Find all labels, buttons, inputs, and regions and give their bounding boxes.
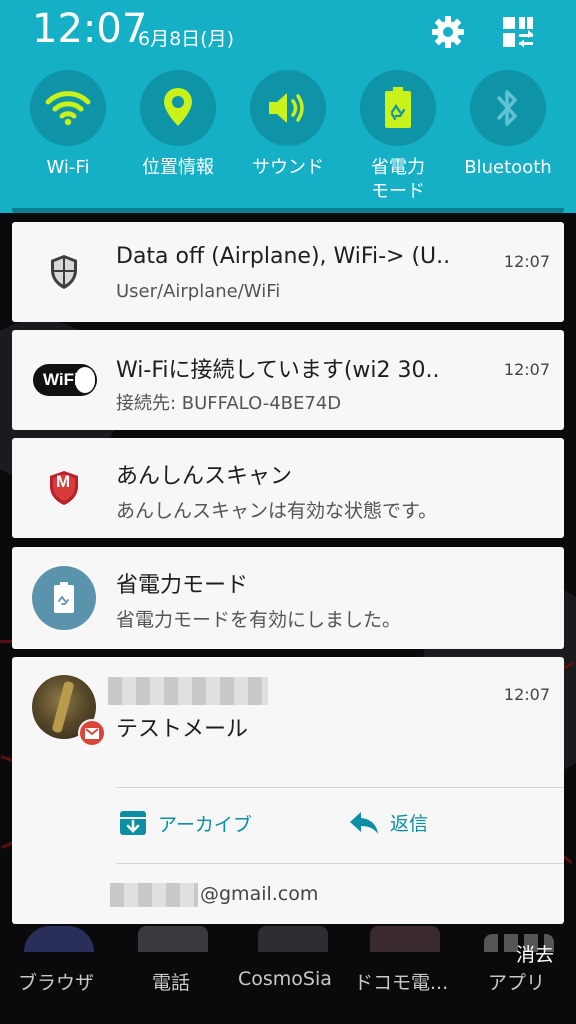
notification-title: Wi-Fiに接続しています(wi2 30.. (116, 358, 440, 383)
divider (116, 787, 564, 788)
toggle-power-saving[interactable]: 省電力 モード (350, 70, 446, 210)
quick-settings-panel: 12:07 6月8日(月) Wi-Fi 位置情報 サウンド 省電力 モード Bl… (0, 0, 576, 213)
bluetooth-toggle-circle (470, 70, 546, 146)
clock: 12:07 (32, 6, 148, 52)
notification-title: Data off (Airplane), WiFi-> (U.. (116, 244, 451, 269)
account-name-redacted (110, 883, 198, 907)
dock-label-browser[interactable]: ブラウザ (18, 968, 94, 995)
battery-saver-circle (32, 566, 96, 630)
toggle-wifi[interactable]: Wi-Fi (20, 70, 116, 210)
toggle-label: Bluetooth (464, 157, 552, 178)
settings-gear-icon[interactable] (428, 12, 468, 52)
battery-saver-icon (54, 582, 74, 613)
mcafee-shield-icon: M (32, 456, 96, 520)
archive-button[interactable]: アーカイブ (118, 809, 252, 837)
account-email-suffix: @gmail.com (200, 883, 319, 905)
wifi-toggle-circle (30, 70, 106, 146)
notification-subtitle: 省電力モードを有効にしました。 (116, 609, 402, 631)
clear-notifications-button[interactable]: 消去 (516, 940, 554, 967)
toggle-bluetooth[interactable]: Bluetooth (460, 70, 556, 210)
archive-label: アーカイブ (158, 813, 252, 836)
notification-title: あんしんスキャン (116, 464, 293, 489)
notification-data-off[interactable]: Data off (Airplane), WiFi-> (U.. User/Ai… (12, 222, 564, 322)
edit-grid-icon[interactable] (498, 12, 538, 52)
notification-title: 省電力モード (116, 573, 249, 598)
notification-time: 12:07 (503, 252, 550, 271)
toggle-label: サウンド (252, 157, 324, 178)
reply-button[interactable]: 返信 (348, 809, 428, 836)
notification-email[interactable]: 12:07 テストメール アーカイブ 返信 @gmail.com (12, 657, 564, 924)
notification-wifi-connecting[interactable]: WiFi Wi-Fiに接続しています(wi2 30.. 接続先: BUFFALO… (12, 330, 564, 430)
sender-name-redacted (108, 677, 268, 705)
toggle-sound[interactable]: サウンド (240, 70, 336, 210)
divider (116, 863, 564, 864)
email-subject: テストメール (116, 717, 249, 742)
gmail-badge-icon (78, 719, 106, 747)
docomo-app-icon[interactable] (370, 926, 440, 952)
dock-label-apps[interactable]: アプリ (488, 968, 545, 995)
notification-time: 12:07 (503, 685, 550, 704)
location-pin-icon (164, 88, 192, 126)
date: 6月8日(月) (138, 28, 235, 50)
wifi-icon (45, 91, 91, 126)
dock-label-docomo[interactable]: ドコモ電... (354, 968, 448, 995)
dock-label-cosmosia[interactable]: CosmoSia (238, 968, 332, 990)
cosmosia-app-icon[interactable] (258, 926, 328, 952)
phone-app-icon[interactable] (138, 926, 208, 952)
wifi-logo-text: WiFi (43, 370, 79, 389)
reply-icon (350, 811, 378, 834)
toggle-label: 位置情報 (142, 157, 214, 178)
notification-power-saving[interactable]: 省電力モード 省電力モードを有効にしました。 (12, 547, 564, 649)
toggle-label: Wi-Fi (46, 157, 90, 178)
toggle-location[interactable]: 位置情報 (130, 70, 226, 210)
toggle-label: 省電力 モード (371, 157, 425, 202)
archive-icon (120, 811, 146, 835)
panel-bottom-edge (12, 208, 564, 213)
sound-toggle-circle (250, 70, 326, 146)
bluetooth-icon (497, 90, 517, 126)
power-saving-toggle-circle (360, 70, 436, 146)
dock-label-phone[interactable]: 電話 (152, 968, 190, 995)
mcafee-logo-text: M (56, 472, 71, 491)
notification-subtitle: 接続先: BUFFALO-4BE74D (116, 393, 342, 414)
shield-icon (32, 240, 96, 304)
battery-saver-icon (385, 87, 411, 128)
wifi-logo-icon: WiFi (30, 348, 100, 412)
speaker-icon (269, 93, 304, 123)
notification-subtitle: あんしんスキャンは有効な状態です。 (116, 500, 438, 522)
reply-label: 返信 (390, 813, 429, 835)
notification-anshin-scan[interactable]: M あんしんスキャン あんしんスキャンは有効な状態です。 (12, 438, 564, 538)
notification-time: 12:07 (503, 360, 550, 379)
location-toggle-circle (140, 70, 216, 146)
notification-subtitle: User/Airplane/WiFi (116, 281, 281, 302)
